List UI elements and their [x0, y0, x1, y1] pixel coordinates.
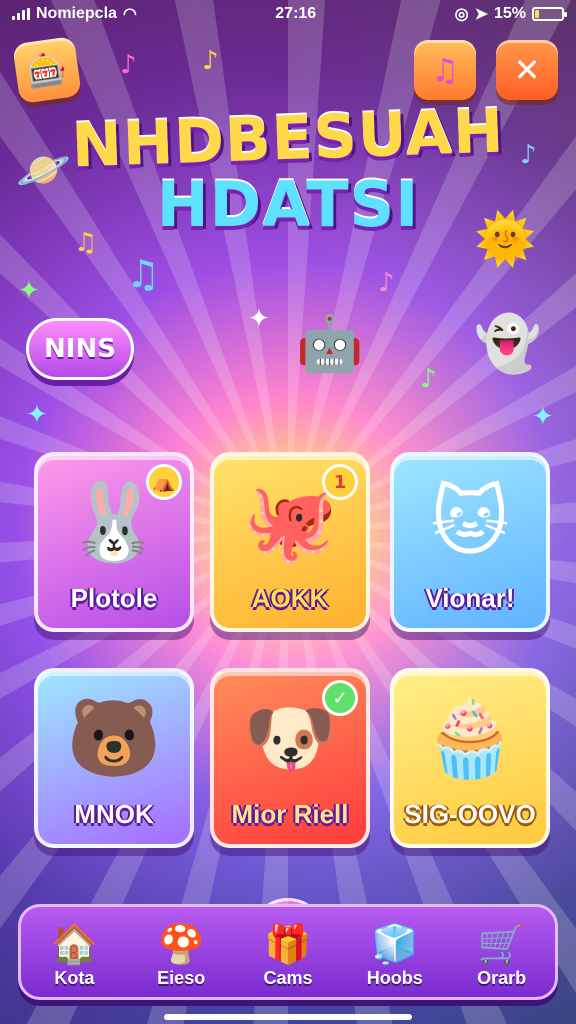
- signal-icon: [12, 8, 30, 20]
- game-tile-label: MNOK: [74, 799, 154, 829]
- music-note-icon: ♪: [202, 46, 219, 76]
- game-tile[interactable]: 🧁 SIG-OOVO: [390, 668, 550, 848]
- sparkle-icon: ✦: [18, 276, 40, 306]
- game-tile[interactable]: 🐶 ✓ Mior Riell: [210, 668, 370, 848]
- nav-item-hoobs[interactable]: 🧊 Hoobs: [347, 920, 443, 989]
- nav-label: Eieso: [157, 968, 206, 988]
- cube-icon: 🧊: [371, 922, 419, 966]
- nav-item-orarb[interactable]: 🛒 Orarb: [454, 920, 550, 989]
- gift-box-icon: 🎁: [264, 922, 312, 966]
- game-title: NHDBESUAH HDATSI: [40, 96, 536, 241]
- close-icon: ✕: [513, 51, 541, 89]
- status-time: 27:16: [275, 5, 317, 22]
- nav-label: Cams: [263, 968, 313, 988]
- nav-item-eieso[interactable]: 🍄 Eieso: [133, 920, 229, 989]
- cupcake-icon: 🧁: [422, 693, 518, 782]
- music-note-icon: ♪: [378, 268, 395, 298]
- game-tile-label: SIG-OOVO: [404, 799, 536, 829]
- battery-level: [535, 10, 540, 18]
- status-left: Nomiepcla ◠: [12, 4, 137, 24]
- nav-item-cams[interactable]: 🎁 Cams: [240, 898, 336, 989]
- game-tile[interactable]: 🐻 MNOK: [34, 668, 194, 848]
- sparkle-icon: ✦: [248, 304, 270, 334]
- music-button[interactable]: ♫: [414, 40, 476, 100]
- game-tile[interactable]: 🐙 1 AOKK: [210, 452, 370, 632]
- home-indicator[interactable]: [164, 1014, 412, 1020]
- game-tile[interactable]: 🐰 ⛺ Plotole: [34, 452, 194, 632]
- game-box-icon: 🎰: [24, 48, 70, 92]
- carrier-name: Nomiepcla: [36, 5, 117, 22]
- music-note-icon: ♪: [420, 364, 437, 394]
- game-tile-label: Mior Riell: [231, 799, 349, 829]
- sparkle-icon: ✦: [26, 400, 48, 430]
- nav-item-kota[interactable]: 🏠 Kota: [26, 920, 122, 989]
- house-heart-icon: 🏠: [50, 922, 99, 966]
- nav-label: Kota: [54, 968, 95, 988]
- music-note-icon: ♫: [430, 51, 460, 89]
- battery-percent: 15%: [493, 5, 526, 22]
- nav-label: Hoobs: [366, 968, 423, 988]
- cart-icon: 🛒: [477, 922, 526, 966]
- status-right: ◎ ➤ 15%: [454, 4, 567, 24]
- app-menu-button[interactable]: 🎰: [12, 35, 82, 105]
- wifi-icon: ◠: [122, 6, 137, 23]
- tent-badge-icon: ⛺: [146, 464, 182, 500]
- cat-star-icon: 🐱: [430, 477, 510, 566]
- battery-icon: [532, 7, 567, 21]
- music-note-icon: ♪: [120, 50, 137, 80]
- status-bar: Nomiepcla ◠ 27:16 ◎ ➤ 15%: [0, 0, 576, 28]
- robot-toy-icon: 🤖: [296, 312, 364, 375]
- ghost-toy-icon: 👻: [474, 312, 542, 375]
- mushroom-icon: 🍄: [157, 922, 205, 966]
- close-button[interactable]: ✕: [496, 40, 558, 100]
- bottom-nav: 🏠 Kota 🍄 Eieso 🎁 Cams 🧊 Hoobs 🛒 Orarb: [18, 898, 558, 1000]
- game-tile[interactable]: 🐱 Vionar!: [390, 452, 550, 632]
- game-tile-label: AOKK: [251, 583, 329, 613]
- music-note-icon: ♫: [126, 252, 161, 296]
- game-tile-label: Vionar!: [425, 583, 515, 613]
- check-badge-icon: ✓: [322, 680, 358, 716]
- location-icon: ➤: [474, 6, 488, 23]
- count-badge: 1: [322, 464, 358, 500]
- alarm-icon: ◎: [454, 6, 469, 23]
- nins-badge-button[interactable]: NINS: [26, 318, 134, 380]
- sparkle-icon: ✦: [532, 402, 554, 432]
- nav-label: Orarb: [477, 968, 527, 988]
- bear-face-icon: 🐻: [66, 693, 162, 782]
- game-tile-label: Plotole: [70, 583, 158, 613]
